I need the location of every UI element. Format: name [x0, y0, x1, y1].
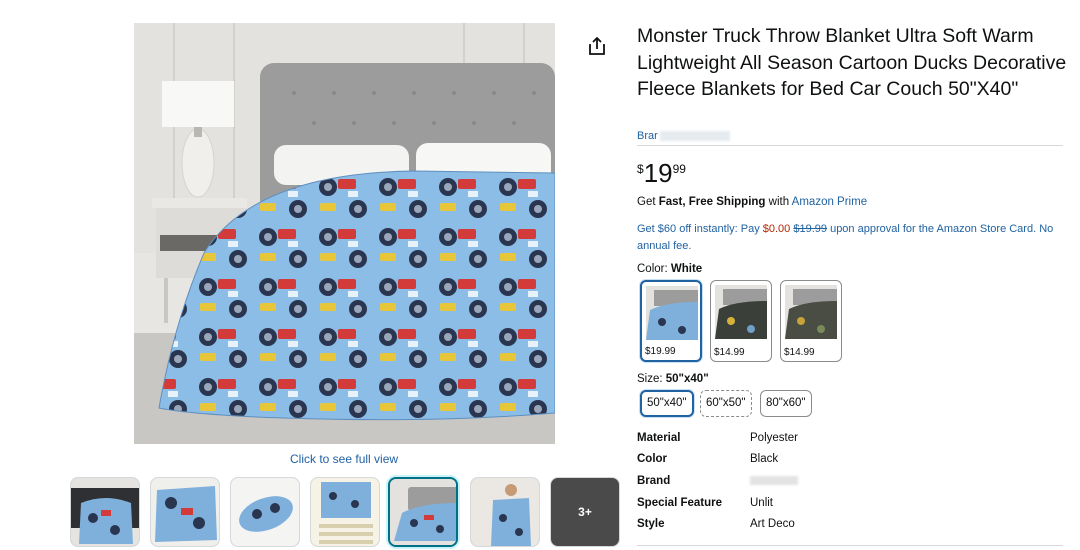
swatch-price: $14.99 [784, 347, 815, 358]
spec-value: Black [750, 453, 779, 465]
more-images-label: 3+ [578, 505, 592, 519]
thumbnail-person-with-blanket[interactable] [470, 477, 540, 547]
price-fraction: 99 [672, 162, 686, 176]
color-swatch-1[interactable]: $19.99 [640, 280, 702, 362]
shipping-bold: Fast, Free Shipping [658, 196, 766, 208]
color-swatch-3[interactable]: $14.99 [780, 280, 842, 362]
price: $1999 [637, 158, 686, 189]
brand-redacted [659, 131, 730, 142]
size-option-60x50[interactable]: 60"x50" [700, 390, 752, 417]
spec-row-special-feature: Special Feature Unlit [637, 497, 937, 515]
size-label: Size: 50"x40" [637, 373, 709, 385]
offer-pay-amount: $0.00 [762, 223, 791, 235]
swatch-image [785, 285, 837, 339]
brand-prefix: Brar [637, 130, 658, 142]
prime-link[interactable]: Amazon Prime [792, 196, 867, 208]
thumbnail-blanket-folded[interactable] [150, 477, 220, 547]
color-label-prefix: Color: [637, 263, 671, 275]
product-title: Monster Truck Throw Blanket Ultra Soft W… [637, 25, 1067, 100]
size-selected: 50"x40" [665, 373, 709, 385]
spec-value: Art Deco [750, 518, 795, 530]
thumbnail-more[interactable]: 3+ [550, 477, 620, 547]
color-label: Color: White [637, 263, 702, 275]
spec-key: Brand [637, 475, 671, 487]
thumbnail-blanket-on-sofa[interactable] [70, 477, 140, 547]
offer-part1: Get $60 off instantly: Pay [637, 223, 763, 235]
thumbnail-size-chart[interactable] [310, 477, 380, 547]
full-view-link[interactable]: Click to see full view [290, 452, 398, 466]
size-option-50x40[interactable]: 50"x40" [640, 390, 694, 417]
spec-row-brand: Brand [637, 475, 937, 493]
spec-value-redacted [750, 475, 798, 487]
size-option-80x60[interactable]: 80"x60" [760, 390, 812, 417]
brand-link[interactable]: Brar [637, 130, 730, 142]
spec-key: Material [637, 432, 681, 444]
swatch-price: $14.99 [714, 347, 745, 358]
store-card-offer[interactable]: Get $60 off instantly: Pay $0.00 $19.99 … [637, 221, 1067, 255]
spec-key: Special Feature [637, 497, 723, 509]
shipping-prefix: Get [637, 196, 659, 208]
price-symbol: $ [637, 162, 644, 176]
swatch-image [715, 285, 767, 339]
spec-key: Color [637, 453, 668, 465]
size-label-prefix: Size: [637, 373, 666, 385]
spec-row-style: Style Art Deco [637, 518, 937, 536]
share-icon[interactable] [586, 35, 608, 57]
shipping-middle: with [765, 196, 792, 208]
swatch-price: $19.99 [645, 346, 676, 357]
price-whole: 19 [643, 158, 673, 188]
offer-strike-price: $19.99 [793, 223, 828, 235]
specs-divider [637, 545, 1063, 546]
color-swatch-2[interactable]: $14.99 [710, 280, 772, 362]
shipping-info: Get Fast, Free Shipping with Amazon Prim… [637, 196, 867, 208]
thumbnail-blanket-on-bed[interactable] [388, 477, 458, 547]
color-selected: White [670, 263, 703, 275]
thumbnail-blanket-rolled[interactable] [230, 477, 300, 547]
spec-value: Polyester [750, 432, 798, 444]
title-divider [637, 145, 1063, 146]
main-product-image[interactable] [134, 23, 555, 444]
spec-row-color: Color Black [637, 453, 937, 471]
spec-row-material: Material Polyester [637, 432, 937, 450]
spec-value: Unlit [750, 497, 774, 509]
spec-key: Style [637, 518, 665, 530]
swatch-image [646, 286, 698, 340]
